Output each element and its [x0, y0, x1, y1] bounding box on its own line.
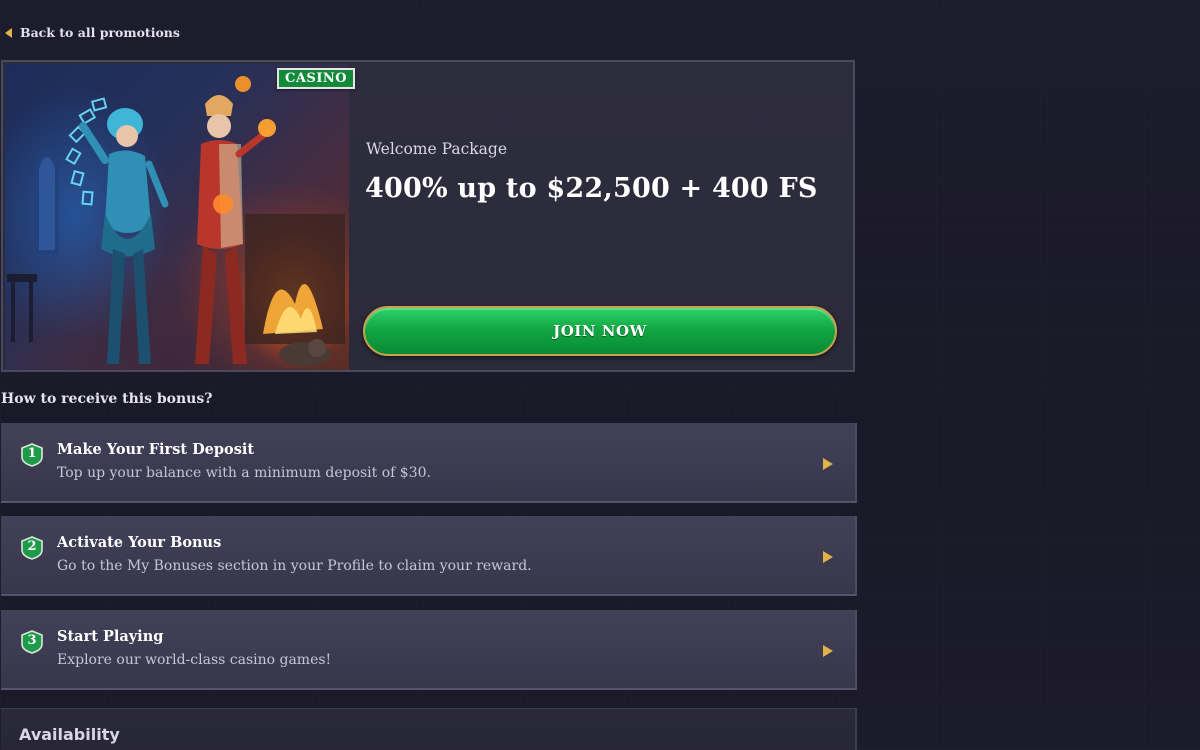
- step-title: Make Your First Deposit: [57, 441, 255, 458]
- shield-number-icon: 2: [21, 536, 43, 560]
- promo-illustration: [5, 64, 349, 370]
- chevron-right-icon: [823, 645, 833, 657]
- step-number: 2: [27, 539, 37, 554]
- step-description: Top up your balance with a minimum depos…: [57, 465, 431, 481]
- back-link-label: Back to all promotions: [20, 25, 180, 40]
- back-to-promotions-link[interactable]: Back to all promotions: [5, 25, 180, 40]
- chevron-right-icon: [823, 551, 833, 563]
- promo-headline: 400% up to $22,500 + 400 FS: [365, 173, 818, 204]
- step-number: 1: [27, 446, 37, 461]
- step-card-start-playing[interactable]: 3 Start Playing Explore our world-class …: [1, 610, 857, 690]
- shield-number-icon: 3: [21, 630, 43, 654]
- availability-section[interactable]: Availability: [1, 708, 857, 750]
- casino-badge: CASINO: [277, 68, 356, 89]
- shield-number-icon: 1: [21, 443, 43, 467]
- step-title: Activate Your Bonus: [57, 534, 222, 551]
- step-description: Explore our world-class casino games!: [57, 652, 332, 668]
- promo-illustration-art: [7, 76, 345, 366]
- chevron-left-icon: [5, 27, 12, 38]
- availability-heading: Availability: [19, 725, 120, 744]
- promo-subtitle: Welcome Package: [366, 140, 507, 158]
- step-number: 3: [27, 633, 37, 648]
- chevron-right-icon: [823, 458, 833, 470]
- step-card-make-first-deposit[interactable]: 1 Make Your First Deposit Top up your ba…: [1, 423, 857, 503]
- step-description: Go to the My Bonuses section in your Pro…: [57, 558, 532, 574]
- join-now-button[interactable]: JOIN NOW: [363, 306, 837, 356]
- how-to-receive-heading: How to receive this bonus?: [1, 391, 213, 407]
- step-title: Start Playing: [57, 628, 164, 645]
- promotion-detail-page: Back to all promotions Welcome Package 4…: [0, 0, 1200, 750]
- step-card-activate-bonus[interactable]: 2 Activate Your Bonus Go to the My Bonus…: [1, 516, 857, 596]
